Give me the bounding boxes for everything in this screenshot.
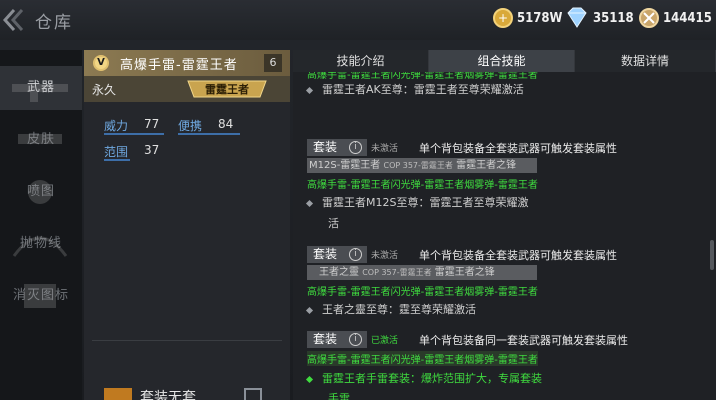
set-bonus-text: 王者之靈至尊：霆至尊荣耀激活: [322, 303, 476, 316]
tab-data-details[interactable]: 数据详情: [575, 50, 716, 72]
set-option-icon[interactable]: [104, 388, 132, 400]
set-bonus-line-cont: 手雷: [328, 392, 350, 400]
diamond-icon: [567, 7, 587, 28]
item-name: 高爆手雷-雷霆王者: [120, 58, 238, 73]
set-description: 单个背包装备全套装武器可触发套装属性: [419, 249, 617, 262]
item-header: V 高爆手雷-雷霆王者 6: [84, 50, 290, 76]
set-checkbox[interactable]: [244, 388, 262, 400]
top-bar: 仓库 + 5178W 35118 144415: [0, 0, 716, 40]
combo-skill-list: 高爆手雷-雷霆王者闪光弹-雷霆王者烟雾弹-雷霆王者 雷霆王者AK至尊：雷霆王者至…: [293, 72, 711, 400]
thunder-king-emblem-icon: 雷霆王者: [187, 80, 267, 98]
spray-icon: [28, 180, 52, 204]
sidebar-item-sprays[interactable]: 喷图: [0, 170, 82, 214]
warehouse-screen: 仓库 + 5178W 35118 144415 抛物线 V 高爆手雷-雷霆王者 …: [0, 0, 716, 400]
set-description: 单个背包装备全套装武器可触发套装属性: [419, 142, 617, 155]
info-icon[interactable]: i: [349, 333, 362, 346]
trajectory-icon: [12, 236, 68, 257]
set-bonus-text: 雷霆王者M12S至尊：雷霆王者至尊荣耀激: [322, 196, 529, 209]
set-green-line: 高爆手雷-雷霆王者闪光弹-雷霆王者烟雾弹-雷霆王者: [307, 180, 538, 191]
set-option-label: 套装无套: [140, 390, 196, 400]
gold-value: 5178W: [517, 10, 563, 26]
slot-number: 6: [264, 54, 282, 72]
bullet-icon: [305, 306, 314, 314]
scrollbar[interactable]: [710, 240, 714, 270]
svg-text:+: +: [498, 11, 508, 25]
item-detail-panel: V 高爆手雷-雷霆王者 6 永久 雷霆王者 威力 77 便携 84 范围 37 …: [84, 50, 290, 400]
set-row-3: 套装 i 已激活 单个背包装备同一套装武器可触发套装属性: [307, 331, 707, 349]
stat-value-portability: 84: [218, 117, 234, 131]
diamond-value: 35118: [593, 10, 634, 26]
page-title: 仓库: [35, 13, 73, 33]
item-subheader: 永久 雷霆王者: [84, 76, 290, 102]
stat-underline: [104, 159, 130, 161]
set-bonus-text: 雷霆王者手雷套装：爆炸范围扩大，专属套装: [322, 372, 542, 385]
set-weapons-bar: M12S-雷霆王者 COP 357-雷霆王者 雷霆王者之锋: [307, 158, 537, 173]
svg-text:雷霆王者: 雷霆王者: [205, 82, 249, 96]
tab-combo-skills[interactable]: 组合技能: [429, 50, 575, 72]
set-status: 未激活: [371, 251, 399, 261]
rifle-icon: [12, 84, 68, 102]
stat-underline: [178, 133, 240, 135]
stat-label-portability: 便携: [178, 119, 203, 133]
stat-value-range: 37: [144, 143, 160, 157]
honor-points-icon: [639, 8, 659, 28]
skills-panel: 技能介绍 组合技能 数据详情 高爆手雷-雷霆王者闪光弹-雷霆王者烟雾弹-雷霆王者…: [293, 50, 716, 400]
info-icon[interactable]: i: [349, 248, 362, 261]
panel-divider: [92, 340, 282, 341]
ak-bonus-line: 雷霆王者AK至尊：雷霆王者至尊荣耀激活: [305, 81, 524, 97]
sidebar-item-trajectory[interactable]: 抛物线: [0, 222, 82, 266]
category-sidebar: 武器 皮肤 喷图 抛物线 消灭图标: [0, 50, 82, 400]
tab-skill-intro[interactable]: 技能介绍: [293, 50, 429, 72]
honor-value: 144415: [663, 10, 712, 26]
gold-coin-plus-icon: +: [493, 8, 513, 28]
diamond-currency[interactable]: 35118: [564, 7, 634, 29]
sidebar-item-kill-icons[interactable]: 消灭图标: [0, 274, 82, 318]
set-bonus-line: 雷霆王者M12S至尊：雷霆王者至尊荣耀激: [305, 194, 529, 210]
honor-currency[interactable]: 144415: [638, 7, 712, 29]
rank-badge: V: [93, 55, 109, 71]
stat-label-power: 威力: [104, 119, 129, 133]
set-row-2: 套装 i 未激活 单个背包装备全套装武器可触发套装属性: [307, 246, 707, 264]
set-status: 已激活: [371, 336, 399, 346]
stat-label-range: 范围: [104, 145, 129, 159]
back-arrow-icon[interactable]: [2, 8, 24, 32]
set-weapon-2: COP 357-雷霆王者: [362, 268, 432, 277]
ak-bonus-text: 雷霆王者AK至尊：雷霆王者至尊荣耀激活: [322, 83, 524, 96]
set-row-1: 套装 i 未激活 单个背包装备全套装武器可触发套装属性: [307, 139, 707, 157]
tab-bar: 技能介绍 组合技能 数据详情: [293, 50, 716, 72]
set-green-line: 高爆手雷-雷霆王者闪光弹-雷霆王者烟雾弹-雷霆王者: [307, 351, 538, 366]
set-weapon-3: 雷霆王者之锋: [456, 160, 517, 171]
sidebar-item-weapons[interactable]: 武器: [0, 66, 82, 110]
set-weapon-1: M12S-雷霆王者: [309, 160, 381, 171]
gold-currency[interactable]: + 5178W: [492, 7, 562, 29]
info-icon[interactable]: i: [349, 141, 362, 154]
set-weapons-bar: 王者之靈 COP 357-雷霆王者 雷霆王者之锋: [307, 265, 537, 280]
kill-icon: [24, 284, 56, 308]
sidebar-item-skins[interactable]: 皮肤: [0, 118, 82, 162]
set-bonus-line: 王者之靈至尊：霆至尊荣耀激活: [305, 301, 476, 317]
bullet-icon: [305, 199, 314, 207]
bullet-icon: [305, 375, 314, 383]
set-status: 未激活: [371, 144, 399, 154]
set-weapon-2: COP 357-雷霆王者: [383, 161, 453, 170]
set-green-line: 高爆手雷-雷霆王者闪光弹-雷霆王者烟雾弹-雷霆王者: [307, 287, 538, 298]
set-description: 单个背包装备同一套装武器可触发套装属性: [419, 334, 628, 347]
stat-underline: [104, 133, 164, 135]
set-weapon-3: 雷霆王者之锋: [434, 267, 495, 278]
bullet-icon: [305, 86, 314, 94]
item-duration: 永久: [92, 83, 117, 97]
set-bonus-line: 雷霆王者手雷套装：爆炸范围扩大，专属套装: [305, 370, 542, 386]
skin-icon: [18, 134, 62, 144]
set-weapon-1: 王者之靈: [319, 267, 359, 278]
stat-value-power: 77: [144, 117, 160, 131]
set-bonus-line-cont: 活: [328, 217, 339, 230]
partial-green-line: 高爆手雷-雷霆王者闪光弹-雷霆王者烟雾弹-雷霆王者: [307, 72, 538, 81]
